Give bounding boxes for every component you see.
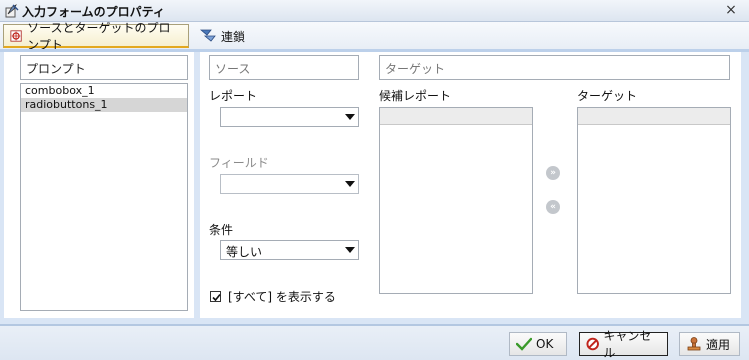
target-header: ターゲット bbox=[379, 55, 730, 80]
candidate-reports-list[interactable] bbox=[379, 107, 533, 294]
tab-bar: ソースとターゲットのプロンプト 連鎖 bbox=[0, 21, 749, 52]
dropdown-arrow-icon bbox=[345, 114, 355, 120]
chain-icon bbox=[200, 29, 216, 42]
report-select[interactable] bbox=[220, 107, 359, 127]
condition-select-value: 等しい bbox=[226, 245, 263, 259]
cancel-button-label: キャンセル bbox=[603, 329, 652, 360]
form-properties-icon bbox=[4, 3, 20, 19]
prompt-list-item[interactable]: combobox_1 bbox=[21, 84, 187, 98]
dropdown-arrow-icon bbox=[345, 181, 355, 187]
field-label: フィールド bbox=[209, 156, 269, 170]
checkmark-icon bbox=[516, 337, 532, 351]
report-label: レポート bbox=[209, 89, 258, 103]
condition-label: 条件 bbox=[209, 223, 234, 237]
content-area: プロンプト combobox_1 radiobuttons_1 ソース ターゲッ… bbox=[0, 52, 749, 324]
prompt-panel: プロンプト combobox_1 radiobuttons_1 bbox=[4, 52, 194, 318]
source-header: ソース bbox=[209, 55, 359, 80]
add-to-target-button[interactable]: » bbox=[546, 166, 560, 180]
stamp-icon bbox=[687, 337, 701, 351]
remove-from-target-button[interactable]: « bbox=[546, 200, 560, 214]
cancel-icon bbox=[586, 337, 599, 351]
close-button[interactable]: × bbox=[723, 2, 739, 18]
dropdown-arrow-icon bbox=[345, 247, 355, 253]
condition-select[interactable]: 等しい bbox=[220, 240, 359, 260]
tab-source-target-prompts-label: ソースとターゲットのプロンプト bbox=[27, 20, 171, 52]
cancel-button[interactable]: キャンセル bbox=[579, 329, 668, 360]
window-title: 入力フォームのプロパティ bbox=[22, 5, 165, 19]
target-list-label: ターゲット bbox=[577, 89, 638, 103]
prompt-list[interactable]: combobox_1 radiobuttons_1 bbox=[20, 83, 188, 311]
prompt-header: プロンプト bbox=[20, 55, 188, 80]
target-list[interactable] bbox=[577, 107, 731, 294]
tab-chain-label: 連鎖 bbox=[221, 29, 246, 44]
show-all-checkbox[interactable]: [すべて] を表示する bbox=[210, 288, 336, 305]
apply-button-label: 適用 bbox=[706, 337, 731, 352]
tab-chain[interactable]: 連鎖 bbox=[194, 24, 251, 48]
source-target-panel: ソース ターゲット レポート フィールド 条件 等しい [すべて] を表示する … bbox=[200, 52, 741, 318]
footer-bar: OK キャンセル 適用 bbox=[0, 324, 749, 360]
tab-source-target-prompts[interactable]: ソースとターゲットのプロンプト bbox=[3, 21, 189, 52]
candidate-reports-list-header bbox=[380, 108, 532, 125]
target-list-header bbox=[578, 108, 730, 125]
checkbox-checked-icon bbox=[210, 291, 221, 302]
ok-button-label: OK bbox=[536, 337, 554, 351]
target-prompt-icon bbox=[10, 29, 22, 42]
candidate-reports-label: 候補レポート bbox=[379, 89, 452, 103]
ok-button[interactable]: OK bbox=[509, 332, 567, 356]
prompt-list-item[interactable]: radiobuttons_1 bbox=[21, 98, 187, 112]
apply-button[interactable]: 適用 bbox=[679, 332, 740, 356]
field-select[interactable] bbox=[220, 174, 359, 194]
show-all-label: [すべて] を表示する bbox=[228, 290, 336, 304]
